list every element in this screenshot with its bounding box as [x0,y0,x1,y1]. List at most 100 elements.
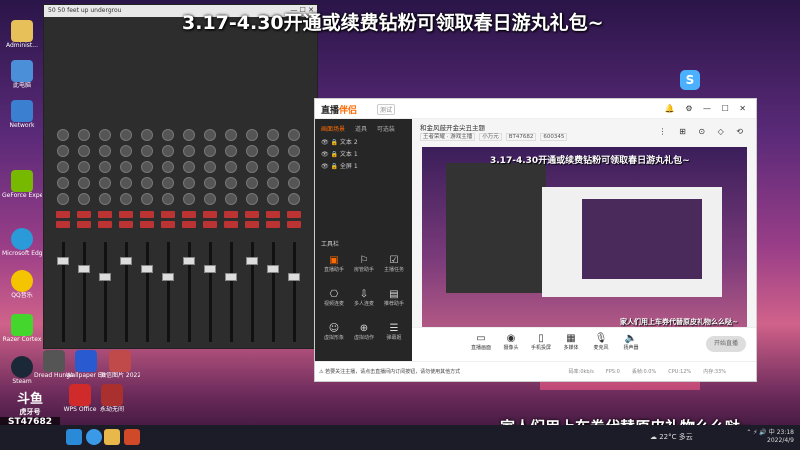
mixer-knob[interactable] [288,145,300,157]
mixer-fader-handle[interactable] [78,265,90,273]
mixer-fader-handle[interactable] [183,257,195,265]
mixer-channel-strip[interactable] [117,17,135,348]
mixer-knob[interactable] [141,161,153,173]
start-windows-icon[interactable] [66,429,82,445]
mixer-mute-button[interactable] [98,211,112,218]
explorer-taskbar-icon[interactable] [104,429,120,445]
tab-optional[interactable]: 可选装 [377,126,395,133]
mixer-fader-handle[interactable] [267,265,279,273]
mixer-knob[interactable] [288,161,300,173]
mixer-knob[interactable] [267,161,279,173]
live-preview[interactable]: 3.17-4.30开通或续费钻粉可领取春日游丸礼包~ 家人们用上车券代替原皮礼物… [422,147,747,331]
mixer-mute-button[interactable] [140,211,154,218]
mixer-mute-button[interactable] [77,221,91,228]
mixer-fader-handle[interactable] [162,273,174,281]
mixer-knob[interactable] [246,193,258,205]
mixer-mute-button[interactable] [203,211,217,218]
mixer-knob[interactable] [99,161,111,173]
mixer-knob[interactable] [120,177,132,189]
desktop-icon-geforce[interactable]: GeForce Experience [2,170,42,206]
mixer-knob[interactable] [57,177,69,189]
desktop-icon-naraka[interactable]: 永劫无间 [92,384,132,420]
edge-taskbar-icon[interactable] [86,429,102,445]
tab-props[interactable]: 道具 [355,126,367,133]
mixer-knob[interactable] [267,193,279,205]
audio-mixer-window[interactable]: 50 50 feet up undergrou — ☐ ✕ [43,4,318,349]
mixer-knob[interactable] [246,177,258,189]
mixer-mute-button[interactable] [245,211,259,218]
mixer-fader-handle[interactable] [246,257,258,265]
mixer-knob[interactable] [162,129,174,141]
mixer-knob[interactable] [162,161,174,173]
mixer-knob[interactable] [225,161,237,173]
mixer-knob[interactable] [183,193,195,205]
stream-companion-window[interactable]: 直播伴侣 测试 🔔 ⚙ — ☐ ✕ 画面场景 道具 可选装 👁 🔒 文本 2 👁… [314,98,757,382]
tool-live-assistant[interactable]: ▣ 直播助手 [319,255,349,281]
mixer-knob[interactable] [183,161,195,173]
mixer-channel-strip[interactable] [96,17,114,348]
mixer-mute-button[interactable] [266,221,280,228]
mixer-knob[interactable] [225,177,237,189]
tray-icons[interactable]: ⌃ ⚡ 🔊 中 [746,429,774,436]
mixer-knob[interactable] [246,145,258,157]
mixer-mute-button[interactable] [224,211,238,218]
mixer-knob[interactable] [141,177,153,189]
mixer-knob[interactable] [78,193,90,205]
mixer-fader-handle[interactable] [99,273,111,281]
tool-avatar[interactable]: ☺ 虚拟形象 [319,323,349,349]
mixer-knob[interactable] [99,193,111,205]
scene-item[interactable]: 👁 🔒 全屏 1 [321,161,358,170]
mixer-mute-button[interactable] [56,211,70,218]
mixer-fader-handle[interactable] [204,265,216,273]
mixer-knob[interactable] [288,129,300,141]
mixer-knob[interactable] [183,145,195,157]
mixer-mute-button[interactable] [182,221,196,228]
room-title[interactable]: 和金风鼓开金尖丑主题 [420,122,485,132]
desktop-icon-edge[interactable]: Microsoft Edge [2,228,42,264]
mixer-mute-button[interactable] [245,221,259,228]
mixer-mute-button[interactable] [182,211,196,218]
speaker-button[interactable]: 🔈 扬声器 [618,333,644,352]
mixer-mute-button[interactable] [287,211,301,218]
system-tray[interactable]: ⌃ ⚡ 🔊 中 23:18 2022/4/9 [746,429,794,445]
mixer-knob[interactable] [288,193,300,205]
mixer-channel-strip[interactable] [54,17,72,348]
mixer-knob[interactable] [57,193,69,205]
mixer-mute-button[interactable] [287,221,301,228]
mixer-knob[interactable] [204,145,216,157]
mixer-knob[interactable] [99,145,111,157]
mixer-channel-strip[interactable] [180,17,198,348]
mixer-knob[interactable] [141,129,153,141]
window-controls[interactable]: 🔔 ⚙ — ☐ ✕ [665,104,750,113]
mixer-knob[interactable] [99,129,111,141]
mixer-knob[interactable] [204,177,216,189]
mixer-mute-button[interactable] [161,221,175,228]
mixer-channel-strip[interactable] [264,17,282,348]
mixer-fader-handle[interactable] [57,257,69,265]
source-camera-button[interactable]: ◉ 摄像头 [498,333,524,352]
mixer-knob[interactable] [120,129,132,141]
mixer-channel-strip[interactable] [201,17,219,348]
mixer-mute-button[interactable] [119,211,133,218]
mixer-mute-button[interactable] [56,221,70,228]
mixer-knob[interactable] [288,177,300,189]
source-media-button[interactable]: ▦ 多媒体 [558,333,584,352]
mixer-knob[interactable] [162,177,174,189]
mixer-knob[interactable] [246,161,258,173]
mixer-fader-handle[interactable] [288,273,300,281]
mixer-knob[interactable] [204,193,216,205]
mixer-knob[interactable] [78,145,90,157]
mixer-fader-handle[interactable] [141,265,153,273]
start-live-button[interactable]: 开始直播 [706,336,746,352]
tool-video-link[interactable]: ⎔ 视频连麦 [319,289,349,315]
source-screen-button[interactable]: ▭ 直播画面 [468,333,494,352]
tool-streamer-task[interactable]: ☑ 主播任务 [379,255,409,281]
scene-item[interactable]: 👁 🔒 文本 2 [321,137,358,146]
mixer-mute-button[interactable] [203,221,217,228]
mixer-knob[interactable] [57,129,69,141]
mixer-channel-strip[interactable] [159,17,177,348]
mixer-channel-strip[interactable] [243,17,261,348]
desktop-icon-wechat-image[interactable]: 微信图片 2022021... [100,350,140,386]
weather-widget[interactable]: ☁ 22°C 多云 [650,432,693,442]
mixer-channel-strip[interactable] [138,17,156,348]
